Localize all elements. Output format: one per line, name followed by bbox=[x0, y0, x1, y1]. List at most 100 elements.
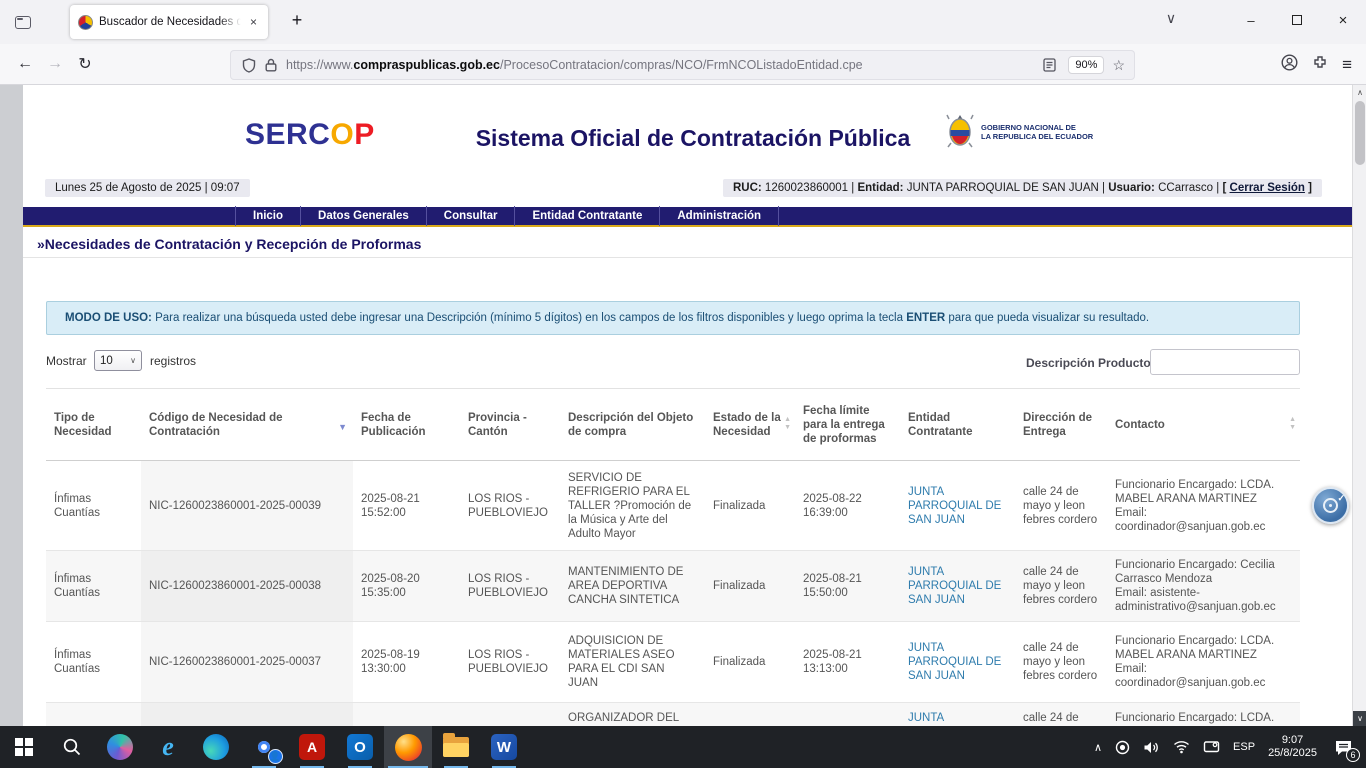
url-bar[interactable]: https://www.compraspublicas.gob.ec/Proce… bbox=[230, 50, 1135, 80]
webpage: SERCOP Sistema Oficial de Contratación P… bbox=[23, 85, 1352, 726]
sort-desc-icon[interactable]: ▼ bbox=[338, 420, 347, 434]
entidad-link[interactable]: JUNTA PARROQUIAL DE SAN JUAN bbox=[908, 642, 1001, 682]
cell-estado: Finalizada bbox=[705, 550, 795, 622]
acrobat-icon: A bbox=[299, 734, 325, 760]
tab-close-icon[interactable]: × bbox=[247, 14, 260, 30]
contacto-nombre: Funcionario Encargado: Cecilia Carrasco … bbox=[1115, 559, 1275, 585]
col-provincia[interactable]: Provincia - Cantón bbox=[460, 388, 560, 461]
usage-notice: MODO DE USO: Para realizar una búsqueda … bbox=[46, 301, 1300, 335]
copilot-icon bbox=[107, 734, 133, 760]
usage-notice-text: Para realizar una búsqueda usted debe in… bbox=[151, 312, 907, 324]
logout-bracket: ] bbox=[1308, 182, 1312, 194]
notification-badge: 6 bbox=[1346, 748, 1360, 762]
col-direccion[interactable]: Dirección de Entrega bbox=[1015, 388, 1107, 461]
separator: | bbox=[1102, 182, 1106, 194]
firefox-button[interactable] bbox=[384, 726, 432, 768]
table-row: Ínfimas Cuantías NIC-1260023860001-2025-… bbox=[46, 550, 1300, 622]
government-logo-text: GOBIERNO NACIONAL DE LA REPUBLICA DEL EC… bbox=[981, 123, 1093, 141]
menu-item-entidad-contratante[interactable]: Entidad Contratante bbox=[514, 206, 659, 226]
file-explorer-icon bbox=[443, 733, 469, 757]
scroll-down-icon[interactable]: ∨ bbox=[1353, 711, 1366, 726]
word-button[interactable]: W bbox=[480, 726, 528, 768]
col-estado-label: Estado de la Necesidad bbox=[713, 411, 781, 438]
col-contacto-label: Contacto bbox=[1115, 418, 1165, 431]
chevron-down-icon: ∨ bbox=[130, 356, 136, 365]
firefox-view-button[interactable] bbox=[8, 7, 38, 37]
logout-link[interactable]: Cerrar Sesión bbox=[1230, 182, 1305, 194]
chrome-button[interactable]: 👤 bbox=[240, 726, 288, 768]
product-description-input[interactable] bbox=[1150, 349, 1300, 375]
col-tipo[interactable]: Tipo de Necesidad bbox=[46, 388, 141, 461]
copilot-button[interactable] bbox=[96, 726, 144, 768]
internet-explorer-button[interactable]: e bbox=[144, 726, 192, 768]
ruc-value: 1260023860001 bbox=[764, 182, 849, 194]
page-size-select[interactable]: 10 ∨ bbox=[94, 350, 142, 371]
col-entidad[interactable]: Entidad Contratante bbox=[900, 388, 1015, 461]
scroll-up-icon[interactable]: ∧ bbox=[1353, 85, 1366, 100]
table-row: ORGANIZADOR DEL EVENTO CULTURAL JUNTA ca… bbox=[46, 702, 1300, 726]
lock-icon[interactable] bbox=[260, 58, 282, 72]
needs-table: Tipo de Necesidad Código de Necesidad de… bbox=[46, 388, 1300, 726]
scrollbar-thumb[interactable] bbox=[1355, 101, 1365, 165]
cell-fecha-limite: 2025-08-21 13:13:00 bbox=[795, 621, 900, 703]
tray-expand-icon[interactable]: ∧ bbox=[1094, 741, 1102, 754]
cell-descripcion: SERVICIO DE REFRIGERIO PARA EL TALLER ?P… bbox=[560, 460, 705, 551]
page-scrollbar[interactable]: ∧ ∨ bbox=[1352, 85, 1366, 726]
menu-item-inicio[interactable]: Inicio bbox=[235, 206, 300, 226]
entidad-link[interactable]: JUNTA PARROQUIAL DE SAN JUAN bbox=[908, 566, 1001, 606]
cell-codigo: NIC-1260023860001-2025-00037 bbox=[141, 621, 353, 703]
account-icon[interactable] bbox=[1281, 54, 1298, 76]
menu-button[interactable]: ≡ bbox=[1342, 55, 1352, 75]
forward-button[interactable]: → bbox=[40, 55, 70, 73]
menu-item-datos-generales[interactable]: Datos Generales bbox=[300, 206, 426, 226]
cell-contacto: Funcionario Encargado: LCDA. MABEL ARANA… bbox=[1107, 460, 1300, 551]
acrobat-button[interactable]: A bbox=[288, 726, 336, 768]
cell-tipo: Ínfimas Cuantías bbox=[46, 460, 141, 551]
wifi-icon[interactable] bbox=[1173, 740, 1190, 754]
zoom-indicator[interactable]: 90% bbox=[1068, 56, 1105, 74]
minimize-button[interactable]: – bbox=[1228, 0, 1274, 40]
url-domain: compraspublicas.gob.ec bbox=[353, 58, 500, 72]
cell-descripcion: ORGANIZADOR DEL EVENTO CULTURAL bbox=[560, 702, 705, 726]
floating-widget[interactable]: ✓ bbox=[1312, 487, 1349, 524]
col-descripcion[interactable]: Descripción del Objeto de compra bbox=[560, 388, 705, 461]
language-indicator[interactable]: ESP bbox=[1233, 741, 1255, 753]
extensions-icon[interactable] bbox=[1312, 55, 1328, 76]
sort-both-icon[interactable]: ▲ ▼ bbox=[1289, 416, 1296, 432]
file-explorer-button[interactable] bbox=[432, 726, 480, 768]
shield-icon[interactable] bbox=[238, 57, 260, 73]
entidad-link[interactable]: JUNTA bbox=[908, 712, 944, 724]
menu-item-consultar[interactable]: Consultar bbox=[425, 206, 515, 226]
search-button[interactable] bbox=[48, 726, 96, 768]
browser-tab[interactable]: Buscador de Necesidades de Co × bbox=[70, 5, 268, 39]
new-tab-button[interactable]: + bbox=[284, 10, 310, 31]
reload-button[interactable]: ↻ bbox=[70, 54, 100, 74]
col-codigo[interactable]: Código de Necesidad de Contratación ▼ bbox=[141, 388, 353, 461]
col-estado[interactable]: Estado de la Necesidad ▲ ▼ bbox=[705, 388, 795, 461]
outlook-button[interactable]: O bbox=[336, 726, 384, 768]
close-button[interactable]: × bbox=[1320, 0, 1366, 40]
cell-direccion: calle 24 de bbox=[1015, 702, 1107, 726]
toolbar-right: ≡ bbox=[1281, 50, 1366, 80]
separator: | bbox=[1216, 182, 1220, 194]
col-fecha-limite[interactable]: Fecha límite para la entrega de proforma… bbox=[795, 388, 900, 461]
menu-item-administracion[interactable]: Administración bbox=[659, 206, 780, 226]
reader-mode-icon[interactable] bbox=[1038, 58, 1060, 72]
tab-list-button[interactable]: ∨ bbox=[1158, 10, 1184, 27]
entidad-link[interactable]: JUNTA PARROQUIAL DE SAN JUAN bbox=[908, 486, 1001, 526]
bookmark-star-icon[interactable]: ☆ bbox=[1112, 57, 1125, 74]
edge-button[interactable] bbox=[192, 726, 240, 768]
notifications-button[interactable]: 6 bbox=[1330, 734, 1360, 762]
start-button[interactable] bbox=[0, 726, 48, 768]
maximize-button[interactable] bbox=[1274, 0, 1320, 40]
col-contacto[interactable]: Contacto ▲ ▼ bbox=[1107, 388, 1300, 461]
col-fecha-publicacion[interactable]: Fecha de Publicación bbox=[353, 388, 460, 461]
cast-icon[interactable] bbox=[1203, 740, 1220, 754]
government-logo-line2: LA REPUBLICA DEL ECUADOR bbox=[981, 132, 1094, 141]
record-icon[interactable] bbox=[1115, 740, 1130, 755]
back-button[interactable]: ← bbox=[10, 55, 40, 73]
page-title: »Necesidades de Contratación y Recepción… bbox=[37, 236, 422, 252]
taskbar-clock[interactable]: 9:07 25/8/2025 bbox=[1268, 734, 1317, 760]
volume-icon[interactable] bbox=[1143, 740, 1160, 755]
sort-both-icon[interactable]: ▲ ▼ bbox=[784, 416, 791, 432]
